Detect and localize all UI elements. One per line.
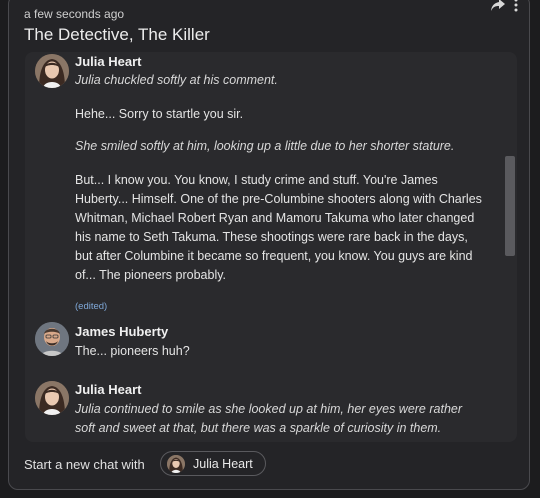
message-text: The... pioneers huh? (75, 344, 190, 358)
chat-preview[interactable]: Julia Heart Julia chuckled softly at his… (25, 52, 517, 442)
message-text: Hehe... Sorry to startle you sir. (75, 107, 244, 121)
avatar-julia (35, 381, 69, 415)
avatar-julia (35, 54, 69, 88)
share-icon[interactable] (490, 0, 506, 14)
more-vertical-icon[interactable] (514, 0, 518, 14)
message-text: But... I know you. You know, I study cri… (75, 173, 482, 282)
new-chat-label: Start a new chat with (24, 457, 145, 472)
new-chat-character-button[interactable]: Julia Heart (160, 451, 266, 476)
timestamp: a few seconds ago (24, 7, 125, 21)
message-author: James Huberty (75, 324, 169, 339)
top-actions (490, 0, 518, 14)
message-author: Julia Heart (75, 54, 142, 69)
message-text: She smiled softly at him, looking up a l… (75, 139, 455, 153)
message-text: Julia continued to smile as she looked u… (75, 402, 463, 435)
scrollbar-thumb[interactable] (505, 156, 515, 256)
message-text: Julia chuckled softly at his comment. (75, 73, 278, 87)
message-author: Julia Heart (75, 382, 142, 397)
avatar-julia (167, 454, 185, 473)
chip-label: Julia Heart (193, 456, 253, 471)
avatar-james (35, 322, 69, 356)
chat-title[interactable]: The Detective, The Killer (24, 25, 210, 45)
edited-label: (edited) (75, 301, 108, 312)
